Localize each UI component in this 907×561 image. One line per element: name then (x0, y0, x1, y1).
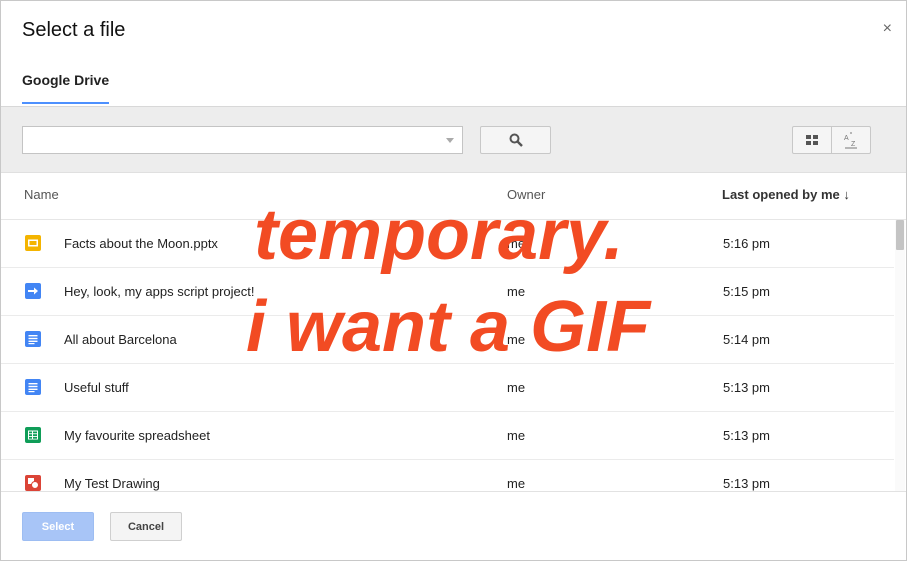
svg-text:Z: Z (851, 141, 856, 148)
table-row[interactable]: Useful stuff me 5:13 pm (1, 364, 894, 412)
file-owner: me (507, 236, 526, 251)
table-row[interactable]: My Test Drawing me 5:13 pm (1, 460, 894, 491)
scrollbar-thumb[interactable] (896, 220, 904, 250)
file-last-opened: 5:16 pm (723, 236, 770, 251)
file-name: My favourite spreadsheet (64, 428, 210, 443)
apps-script-icon (25, 283, 41, 299)
file-last-opened: 5:15 pm (723, 284, 770, 299)
active-tab-indicator (22, 102, 109, 104)
table-row[interactable]: Facts about the Moon.pptx me 5:16 pm (1, 220, 894, 268)
file-name: All about Barcelona (64, 332, 177, 347)
dropdown-arrow-icon[interactable] (446, 138, 454, 143)
slides-icon (25, 235, 41, 251)
file-owner: me (507, 476, 526, 491)
file-last-opened: 5:14 pm (723, 332, 770, 347)
file-name: Useful stuff (64, 380, 129, 395)
file-list: Facts about the Moon.pptx me 5:16 pm Hey… (1, 220, 894, 491)
column-last-opened[interactable]: Last opened by me ↓ (722, 187, 850, 202)
file-picker-dialog: Select a file × Google Drive A Z Name Ow… (0, 0, 907, 561)
toolbar: A Z (1, 106, 906, 173)
file-last-opened: 5:13 pm (723, 476, 770, 491)
search-input[interactable] (29, 128, 443, 154)
file-last-opened: 5:13 pm (723, 428, 770, 443)
dialog-title: Select a file (22, 19, 126, 41)
svg-text:A: A (844, 135, 849, 142)
drawing-icon (25, 475, 41, 491)
spreadsheet-icon (25, 427, 41, 443)
file-name: Hey, look, my apps script project! (64, 284, 255, 299)
column-name[interactable]: Name (24, 187, 59, 202)
doc-icon (25, 331, 41, 347)
tab-google-drive[interactable]: Google Drive (22, 72, 109, 88)
file-list-header: Name Owner Last opened by me ↓ (1, 172, 906, 220)
search-icon (509, 133, 523, 147)
sort-az-icon: A Z (844, 132, 857, 149)
file-owner: me (507, 428, 526, 443)
cancel-button[interactable]: Cancel (110, 512, 182, 541)
sort-button[interactable]: A Z (831, 126, 871, 154)
file-list-scrollbar[interactable] (895, 220, 905, 491)
grid-view-button[interactable] (792, 126, 832, 154)
dialog-footer: Select Cancel (1, 491, 906, 560)
column-owner[interactable]: Owner (507, 187, 545, 202)
search-button[interactable] (480, 126, 551, 154)
file-owner: me (507, 284, 526, 299)
close-icon[interactable]: × (883, 21, 892, 37)
file-owner: me (507, 380, 526, 395)
file-name: My Test Drawing (64, 476, 160, 491)
table-row[interactable]: All about Barcelona me 5:14 pm (1, 316, 894, 364)
file-last-opened: 5:13 pm (723, 380, 770, 395)
table-row[interactable]: Hey, look, my apps script project! me 5:… (1, 268, 894, 316)
grid-view-icon (806, 135, 818, 145)
search-box[interactable] (22, 126, 463, 154)
select-button[interactable]: Select (22, 512, 94, 541)
file-name: Facts about the Moon.pptx (64, 236, 218, 251)
doc-icon (25, 379, 41, 395)
file-owner: me (507, 332, 526, 347)
table-row[interactable]: My favourite spreadsheet me 5:13 pm (1, 412, 894, 460)
